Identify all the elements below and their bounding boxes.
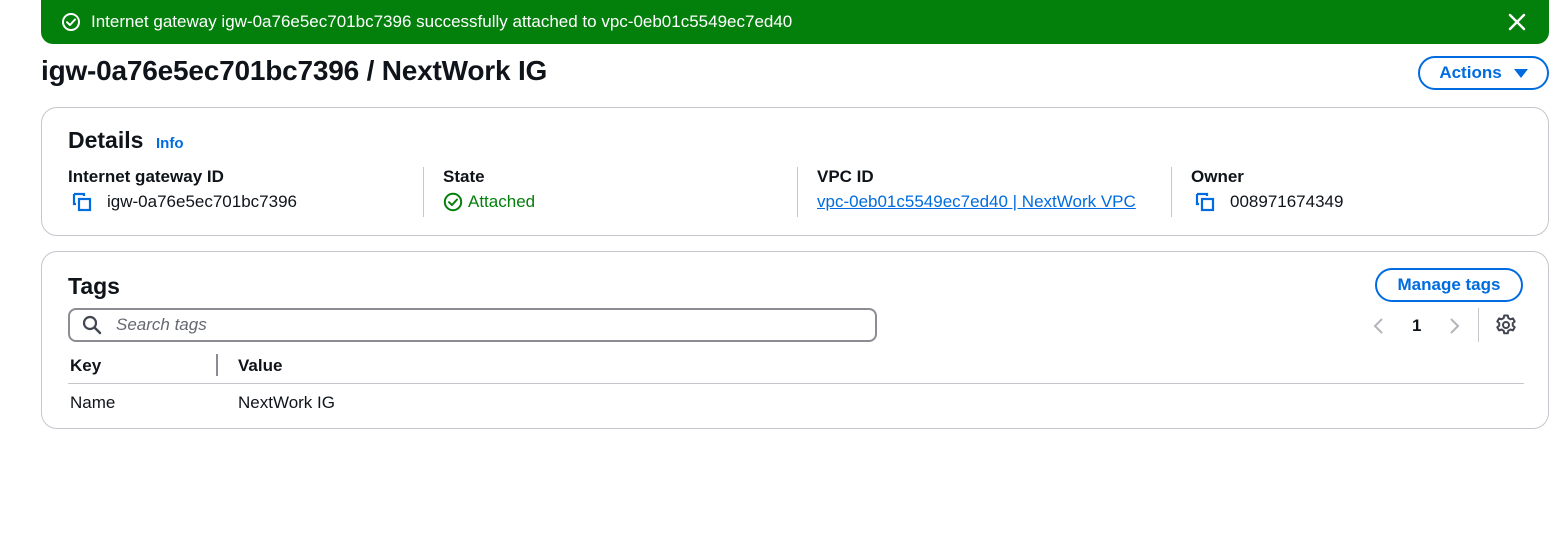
gear-icon[interactable] [1495, 314, 1517, 336]
column-resizer[interactable] [216, 354, 218, 376]
page-number[interactable]: 1 [1412, 316, 1421, 336]
detail-label: Owner [1191, 167, 1244, 186]
caret-down-icon [1513, 68, 1528, 78]
details-heading: Details [68, 127, 144, 153]
flash-message: Internet gateway igw-0a76e5ec701bc7396 s… [91, 12, 793, 31]
search-tags-input[interactable] [114, 314, 854, 336]
column-header-key: Key [70, 356, 102, 375]
check-circle-icon [61, 12, 81, 32]
details-panel: Details Info Internet gateway ID igw-0a7… [41, 107, 1549, 236]
detail-label: Internet gateway ID [68, 167, 224, 186]
search-icon [82, 315, 102, 335]
copy-icon[interactable] [1194, 191, 1216, 213]
check-circle-icon [443, 192, 463, 212]
success-flash-banner: Internet gateway igw-0a76e5ec701bc7396 s… [41, 0, 1549, 44]
internet-gateway-id-value: igw-0a76e5ec701bc7396 [107, 192, 297, 211]
close-icon[interactable] [1505, 10, 1529, 34]
column-header-value: Value [238, 356, 283, 375]
detail-state: State Attached [422, 167, 536, 217]
actions-label: Actions [1439, 63, 1502, 82]
chevron-left-icon[interactable] [1370, 317, 1388, 335]
chevron-right-icon[interactable] [1445, 317, 1463, 335]
detail-internet-gateway-id: Internet gateway ID igw-0a76e5ec701bc739… [68, 167, 297, 217]
vpc-id-link[interactable]: vpc-0eb01c5549ec7ed40 | NextWork VPC [817, 191, 1136, 213]
copy-icon[interactable] [71, 191, 93, 213]
info-link[interactable]: Info [156, 135, 184, 152]
page-title: igw-0a76e5ec701bc7396 / NextWork IG [41, 55, 548, 86]
tags-table-header: Key Value [68, 350, 1524, 384]
search-tags-box[interactable] [68, 308, 877, 342]
state-value: Attached [468, 192, 536, 211]
manage-tags-label: Manage tags [1397, 275, 1501, 294]
tag-value-cell: NextWork IG [238, 393, 335, 412]
table-row: Name NextWork IG [68, 386, 1524, 420]
owner-value: 008971674349 [1230, 192, 1344, 211]
actions-button[interactable]: Actions [1418, 56, 1549, 90]
manage-tags-button[interactable]: Manage tags [1375, 268, 1523, 302]
detail-owner: Owner 008971674349 [1170, 167, 1344, 217]
detail-vpc-id: VPC ID vpc-0eb01c5549ec7ed40 | NextWork … [797, 167, 1136, 217]
tags-heading: Tags [68, 273, 120, 299]
pager-divider [1478, 308, 1479, 342]
detail-label: State [443, 167, 485, 186]
tag-key-cell: Name [70, 393, 116, 412]
pagination: 1 [1370, 312, 1463, 340]
detail-label: VPC ID [817, 167, 874, 186]
tags-panel: Tags Manage tags 1 Key Value Name NextWo… [41, 251, 1549, 429]
